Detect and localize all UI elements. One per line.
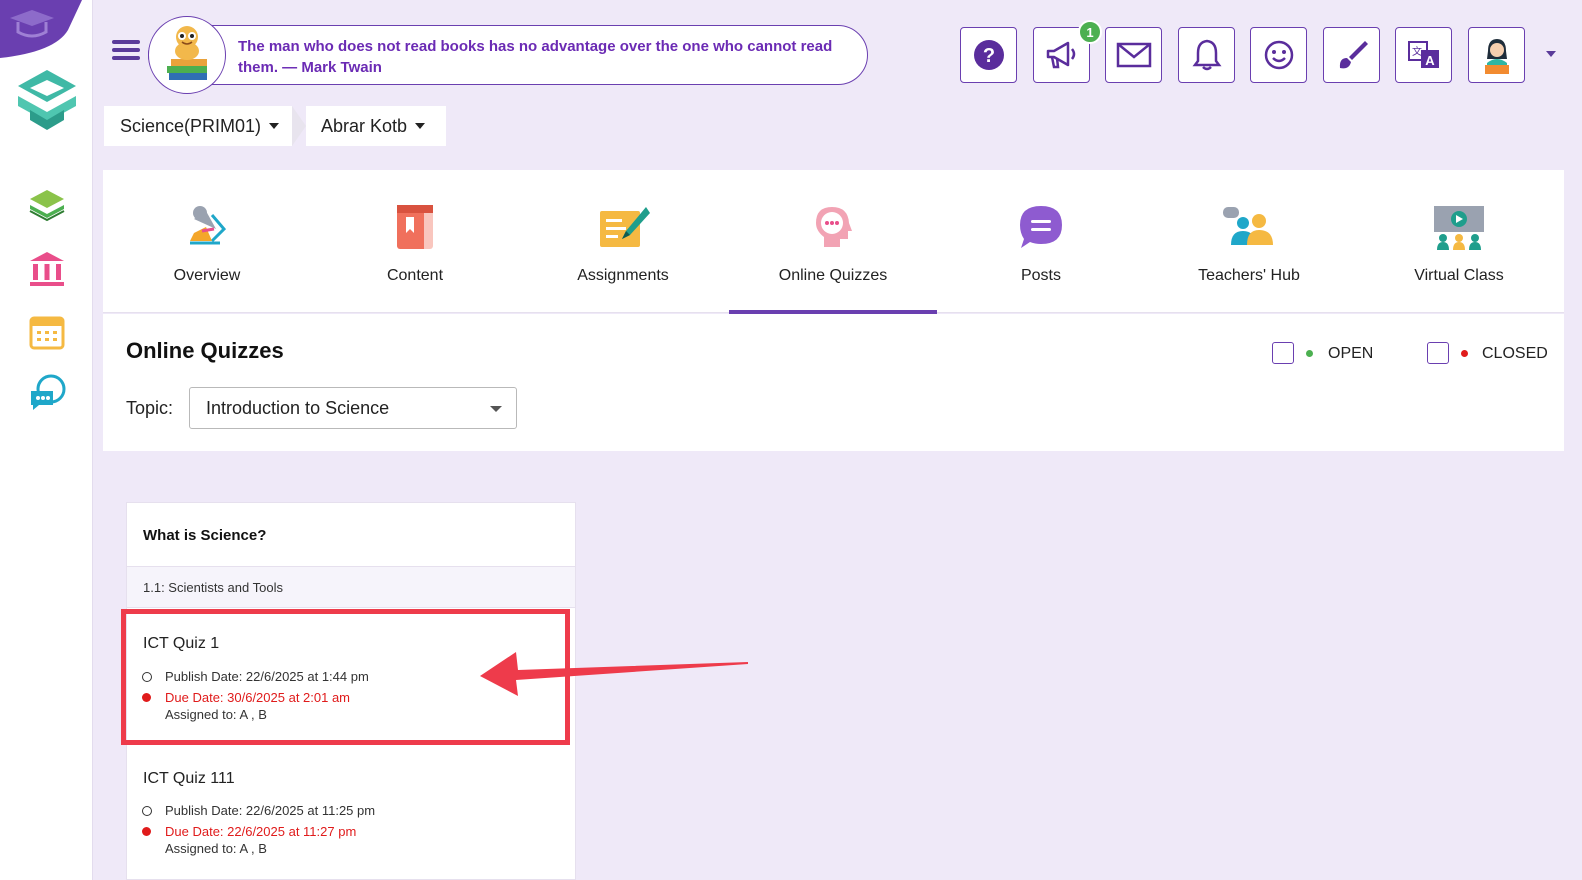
user-avatar-icon bbox=[1484, 39, 1509, 74]
closed-status-dot bbox=[1461, 350, 1468, 357]
bell-icon bbox=[1192, 39, 1221, 71]
course-selector[interactable]: Science(PRIM01) bbox=[104, 106, 292, 146]
tab-label: Online Quizzes bbox=[778, 267, 888, 284]
due-status-dot bbox=[142, 693, 151, 702]
language-button[interactable]: A 文 bbox=[1395, 27, 1452, 83]
due-date: Due Date: 30/6/2025 at 2:01 am bbox=[165, 690, 351, 705]
due-date: Due Date: 22/6/2025 at 11:27 pm bbox=[165, 824, 357, 839]
topic-select[interactable]: Introduction to Science bbox=[189, 387, 517, 429]
chevron-down-icon bbox=[269, 123, 280, 129]
clock-icon bbox=[142, 806, 152, 816]
profile-dropdown-icon[interactable] bbox=[1546, 51, 1556, 57]
school-building-icon[interactable] bbox=[26, 248, 68, 290]
open-filter-checkbox[interactable] bbox=[1272, 342, 1294, 364]
card-subtitle: 1.1: Scientists and Tools bbox=[143, 580, 283, 595]
course-tabs: Overview Content Assignments Online Quiz… bbox=[103, 170, 1564, 314]
assigned-to: Assigned to: A , B bbox=[165, 841, 267, 856]
svg-text:文: 文 bbox=[1412, 45, 1422, 58]
card-title: What is Science? bbox=[143, 527, 267, 544]
assignment-icon bbox=[600, 207, 650, 247]
tab-label: Assignments bbox=[577, 267, 669, 284]
bookworm-mascot-icon bbox=[148, 16, 226, 94]
mood-button[interactable] bbox=[1250, 27, 1307, 83]
svg-text:?: ? bbox=[982, 45, 994, 67]
topic-select-value: Introduction to Science bbox=[206, 398, 390, 418]
graduation-cap-icon bbox=[0, 0, 82, 58]
chevron-down-icon bbox=[490, 406, 502, 412]
notification-badge: 1 bbox=[1078, 20, 1102, 44]
hamburger-menu-icon[interactable] bbox=[112, 40, 140, 68]
quizzes-header-panel bbox=[103, 314, 1564, 451]
mail-icon bbox=[1116, 42, 1151, 68]
help-button[interactable]: ? bbox=[960, 27, 1017, 83]
virtual-class-icon bbox=[1434, 206, 1484, 250]
tab-online-quizzes[interactable]: Online Quizzes bbox=[729, 170, 937, 314]
tab-overview[interactable]: Overview bbox=[103, 170, 311, 313]
tab-teachers-hub[interactable]: Teachers' Hub bbox=[1145, 170, 1353, 313]
tab-content[interactable]: Content bbox=[311, 170, 519, 313]
notifications-button[interactable] bbox=[1178, 27, 1235, 83]
translate-icon: A 文 bbox=[1407, 41, 1439, 68]
chat-bubble-icon bbox=[1020, 206, 1062, 248]
breadcrumb-separator-icon bbox=[292, 106, 306, 146]
clock-icon bbox=[142, 672, 152, 682]
assigned-to: Assigned to: A , B bbox=[165, 707, 267, 722]
course-name: Science(PRIM01) bbox=[120, 115, 262, 136]
layers-icon[interactable] bbox=[26, 184, 68, 226]
publish-date: Publish Date: 22/6/2025 at 1:44 pm bbox=[165, 669, 369, 684]
book-icon bbox=[397, 205, 433, 249]
calendar-icon[interactable] bbox=[26, 310, 68, 352]
tab-label: Posts bbox=[1020, 267, 1061, 284]
help-icon: ? bbox=[973, 40, 1004, 70]
tab-label: Overview bbox=[173, 267, 241, 284]
megaphone-icon bbox=[1046, 41, 1075, 69]
open-status-dot bbox=[1306, 350, 1313, 357]
quiz-name[interactable]: ICT Quiz 1 bbox=[143, 635, 219, 653]
teacher-selector[interactable]: Abrar Kotb bbox=[306, 106, 446, 146]
tab-label: Teachers' Hub bbox=[1198, 267, 1300, 284]
page-title: Online Quizzes bbox=[126, 338, 284, 363]
tab-label: Virtual Class bbox=[1414, 267, 1504, 284]
overview-icon bbox=[190, 206, 227, 245]
closed-filter-label: CLOSED bbox=[1482, 345, 1548, 362]
topic-label: Topic: bbox=[126, 398, 174, 418]
app-logo-icon[interactable] bbox=[14, 66, 80, 132]
quiz-head-icon bbox=[816, 207, 852, 247]
quote-text: The man who does not read books has no a… bbox=[238, 38, 833, 76]
svg-text:A: A bbox=[1425, 53, 1435, 68]
publish-date: Publish Date: 22/6/2025 at 11:25 pm bbox=[165, 803, 376, 818]
sidebar bbox=[0, 0, 93, 880]
teachers-icon bbox=[1223, 207, 1273, 245]
profile-button[interactable] bbox=[1468, 27, 1525, 83]
theme-button[interactable] bbox=[1323, 27, 1380, 83]
open-filter-label: OPEN bbox=[1328, 345, 1374, 362]
chat-support-icon[interactable] bbox=[26, 372, 68, 414]
chevron-down-icon bbox=[415, 123, 426, 129]
teacher-name: Abrar Kotb bbox=[321, 115, 408, 136]
tab-virtual-class[interactable]: Virtual Class bbox=[1355, 170, 1563, 313]
tab-posts[interactable]: Posts bbox=[937, 170, 1145, 313]
tab-assignments[interactable]: Assignments bbox=[519, 170, 727, 313]
smiley-icon bbox=[1264, 40, 1293, 70]
closed-filter-checkbox[interactable] bbox=[1427, 342, 1449, 364]
due-status-dot bbox=[142, 827, 151, 836]
quiz-name[interactable]: ICT Quiz 111 bbox=[143, 770, 235, 788]
brush-icon bbox=[1339, 41, 1368, 69]
tab-label: Content bbox=[386, 267, 444, 284]
messages-button[interactable] bbox=[1105, 27, 1162, 83]
